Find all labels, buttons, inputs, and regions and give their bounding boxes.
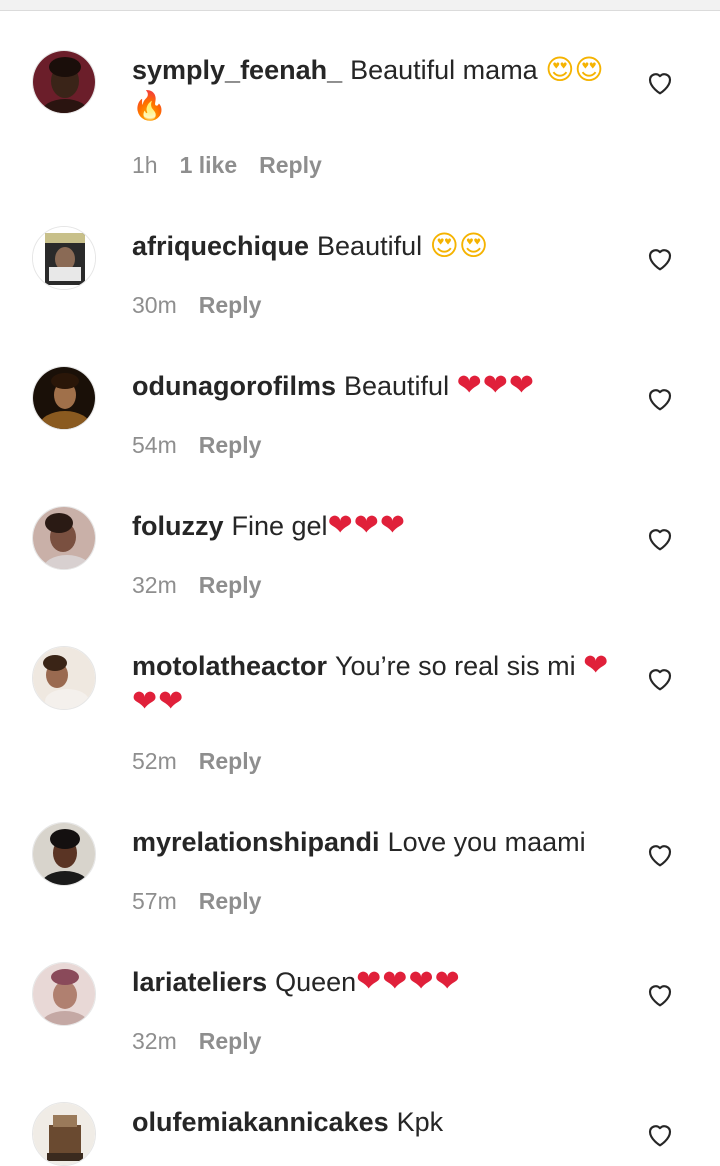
comment-meta: 32m Reply — [132, 570, 283, 600]
comment-emojis: ❤❤❤ — [327, 508, 406, 543]
reply-button[interactable]: Reply — [199, 748, 262, 774]
comment-time: 52m — [132, 748, 177, 774]
avatar[interactable] — [32, 506, 96, 570]
comment-body: Fine gel — [231, 511, 328, 541]
comment-time: 32m — [132, 1028, 177, 1054]
top-divider — [0, 0, 720, 11]
comment-text: myrelationshipandi Love you maami — [132, 824, 620, 860]
reply-button[interactable]: Reply — [259, 152, 322, 178]
comment-emojis: ❤❤❤❤ — [356, 964, 461, 999]
comment-body: Love you maami — [387, 827, 586, 857]
like-button[interactable] — [644, 382, 676, 414]
avatar[interactable] — [32, 1102, 96, 1166]
comment-username[interactable]: symply_feenah_ — [132, 55, 342, 85]
comment-username[interactable]: myrelationshipandi — [132, 827, 380, 857]
comment-emojis: 😍😍 — [429, 229, 489, 262]
reply-button[interactable]: Reply — [199, 1028, 262, 1054]
comment-time: 30m — [132, 292, 177, 318]
comment-username[interactable]: lariateliers — [132, 967, 267, 997]
like-button[interactable] — [644, 978, 676, 1010]
comment-meta: 30m Reply — [132, 290, 283, 320]
heart-outline-icon — [648, 845, 672, 867]
comment-text: motolatheactor You’re so real sis mi ❤❤❤ — [132, 648, 620, 720]
comment-username[interactable]: afriquechique — [132, 231, 309, 261]
like-button[interactable] — [644, 242, 676, 274]
avatar[interactable] — [32, 962, 96, 1026]
like-button[interactable] — [644, 838, 676, 870]
like-button[interactable] — [644, 662, 676, 694]
comment-username[interactable]: odunagorofilms — [132, 371, 336, 401]
comment-username[interactable]: foluzzy — [132, 511, 224, 541]
like-button[interactable] — [644, 522, 676, 554]
avatar[interactable] — [32, 226, 96, 290]
heart-outline-icon — [648, 985, 672, 1007]
comment-meta: 32m Reply — [132, 1026, 283, 1056]
comment-text: symply_feenah_ Beautiful mama 😍😍🔥 — [132, 52, 620, 124]
comment-text: olufemiakannicakes Kpk — [132, 1104, 620, 1140]
comment-body: Beautiful — [344, 371, 450, 401]
comment-meta: 57m Reply — [132, 886, 283, 916]
comment-emojis: ❤❤❤ — [456, 368, 536, 403]
comment-meta: 52m Reply — [132, 746, 283, 776]
comment-text: lariateliers Queen❤❤❤❤ — [132, 964, 620, 1000]
avatar[interactable] — [32, 366, 96, 430]
comment-text: afriquechique Beautiful 😍😍 — [132, 228, 620, 264]
heart-outline-icon — [648, 249, 672, 271]
like-button[interactable] — [644, 66, 676, 98]
comment-time: 1h — [132, 152, 158, 178]
comment-body: Beautiful — [317, 231, 423, 261]
heart-outline-icon — [648, 1125, 672, 1147]
comment-text: foluzzy Fine gel❤❤❤ — [132, 508, 620, 544]
comment-body: You’re so real sis mi — [335, 651, 576, 681]
reply-button[interactable]: Reply — [199, 888, 262, 914]
heart-outline-icon — [648, 73, 672, 95]
heart-outline-icon — [648, 389, 672, 411]
comment-username[interactable]: motolatheactor — [132, 651, 327, 681]
avatar[interactable] — [32, 646, 96, 710]
heart-outline-icon — [648, 529, 672, 551]
avatar[interactable] — [32, 822, 96, 886]
comment-meta: 54m Reply — [132, 430, 283, 460]
like-button[interactable] — [644, 1118, 676, 1150]
comment-meta: 1h 1 like Reply — [132, 150, 344, 180]
avatar[interactable] — [32, 50, 96, 114]
reply-button[interactable]: Reply — [199, 432, 262, 458]
reply-button[interactable]: Reply — [199, 572, 262, 598]
comment-body: Queen — [275, 967, 357, 997]
comment-username[interactable]: olufemiakannicakes — [132, 1107, 389, 1137]
comment-like-count[interactable]: 1 like — [180, 152, 238, 178]
reply-button[interactable]: Reply — [199, 292, 262, 318]
comment-text: odunagorofilms Beautiful ❤❤❤ — [132, 368, 620, 404]
comment-time: 57m — [132, 888, 177, 914]
comment-body: Kpk — [396, 1107, 444, 1137]
heart-outline-icon — [648, 669, 672, 691]
comment-time: 32m — [132, 572, 177, 598]
comment-body: Beautiful mama — [350, 55, 538, 85]
comment-time: 54m — [132, 432, 177, 458]
